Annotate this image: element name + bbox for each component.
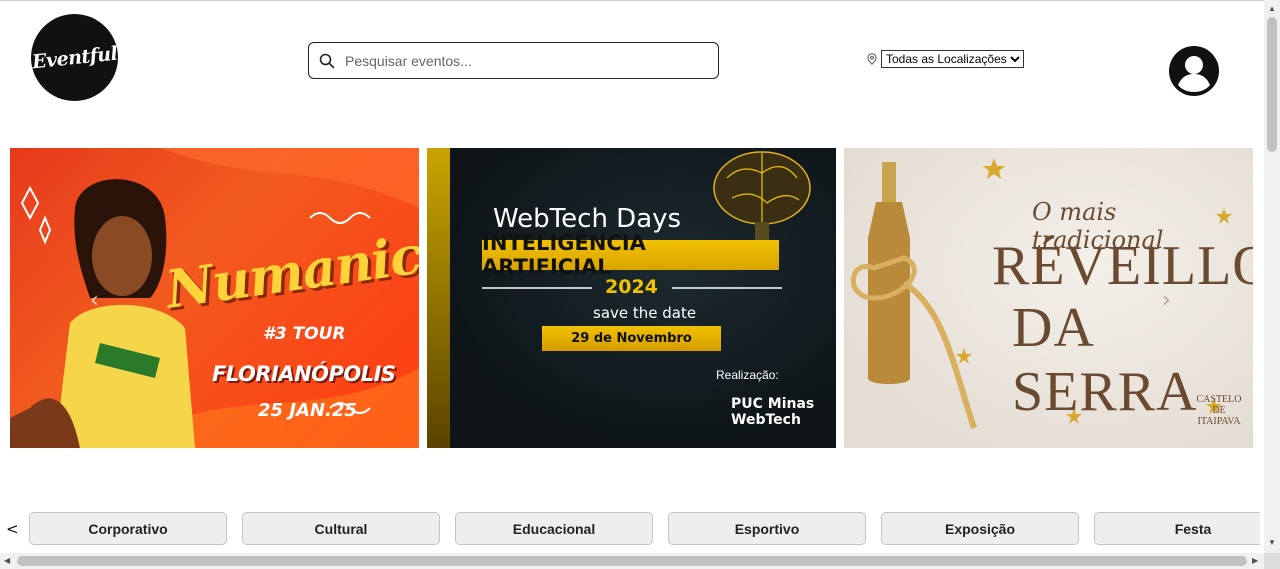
- slide-brand: CASTELO DE ITAIPAVA: [1196, 394, 1242, 427]
- top-border: [0, 0, 1264, 1]
- slide-webtech-days[interactable]: WebTech Days INTELIGÊNCIA ARTIFICIAL 202…: [427, 148, 836, 448]
- slide-date: 25 JAN.25: [258, 400, 357, 421]
- location-filter: Todas as Localizações: [867, 50, 1024, 68]
- slide-subtitle: INTELIGÊNCIA ARTIFICIAL: [482, 231, 779, 279]
- carousel-next-icon[interactable]: ›: [1162, 288, 1171, 313]
- scrollbar-corner: [1264, 553, 1280, 569]
- category-corporativo[interactable]: Corporativo: [29, 512, 227, 545]
- category-prev-button[interactable]: <: [6, 520, 19, 538]
- slide-city: FLORIANÓPOLIS: [212, 362, 396, 386]
- location-select[interactable]: Todas as Localizações: [881, 50, 1024, 68]
- slide-tour: #3 TOUR: [263, 324, 346, 344]
- slide-year: 2024: [605, 276, 658, 298]
- slide-numanice[interactable]: Numanice #3 TOUR FLORIANÓPOLIS 25 JAN.25…: [10, 148, 419, 448]
- slide-title: WebTech Days: [493, 204, 682, 234]
- scroll-down-icon[interactable]: ▼: [1268, 538, 1276, 547]
- logo-text: Eventful: [30, 42, 119, 73]
- slide-date: 29 de Novembro: [542, 326, 721, 351]
- vertical-scroll-thumb[interactable]: [1267, 17, 1277, 152]
- map-pin-icon: [867, 53, 877, 65]
- category-esportivo[interactable]: Esportivo: [668, 512, 866, 545]
- slide-organizer: PUC Minas WebTech: [731, 396, 815, 428]
- category-cultural[interactable]: Cultural: [242, 512, 440, 545]
- scroll-right-icon[interactable]: ▶: [1252, 556, 1258, 565]
- event-carousel: Numanice #3 TOUR FLORIANÓPOLIS 25 JAN.25…: [10, 148, 1253, 448]
- search-icon: [319, 53, 335, 68]
- horizontal-scroll-thumb[interactable]: [17, 556, 1247, 566]
- category-bar: < Corporativo Cultural Educacional Espor…: [0, 512, 1260, 546]
- vertical-scrollbar[interactable]: ▲ ▼: [1264, 0, 1280, 553]
- carousel-prev-icon[interactable]: ‹: [90, 288, 99, 313]
- user-circle-icon[interactable]: [1168, 45, 1220, 97]
- category-educacional[interactable]: Educacional: [455, 512, 653, 545]
- slide-reveillon[interactable]: O mais tradicional RÉVEILLON DA SERRA CA…: [844, 148, 1253, 448]
- search-bar[interactable]: [308, 42, 719, 79]
- category-exposicao[interactable]: Exposição: [881, 512, 1079, 545]
- scroll-left-icon[interactable]: ◀: [4, 556, 10, 565]
- scroll-up-icon[interactable]: ▲: [1268, 4, 1276, 13]
- category-festa[interactable]: Festa: [1094, 512, 1260, 545]
- slide-save-the-date: save the date: [593, 304, 697, 322]
- horizontal-scrollbar[interactable]: ◀ ▶: [0, 553, 1264, 569]
- eventful-logo[interactable]: Eventful: [31, 14, 118, 101]
- slide-realizacao: Realização:: [716, 368, 779, 382]
- slide-title-line1: RÉVEILLON: [992, 235, 1253, 297]
- search-input[interactable]: [343, 51, 707, 70]
- slide-accent-bar: [427, 148, 450, 448]
